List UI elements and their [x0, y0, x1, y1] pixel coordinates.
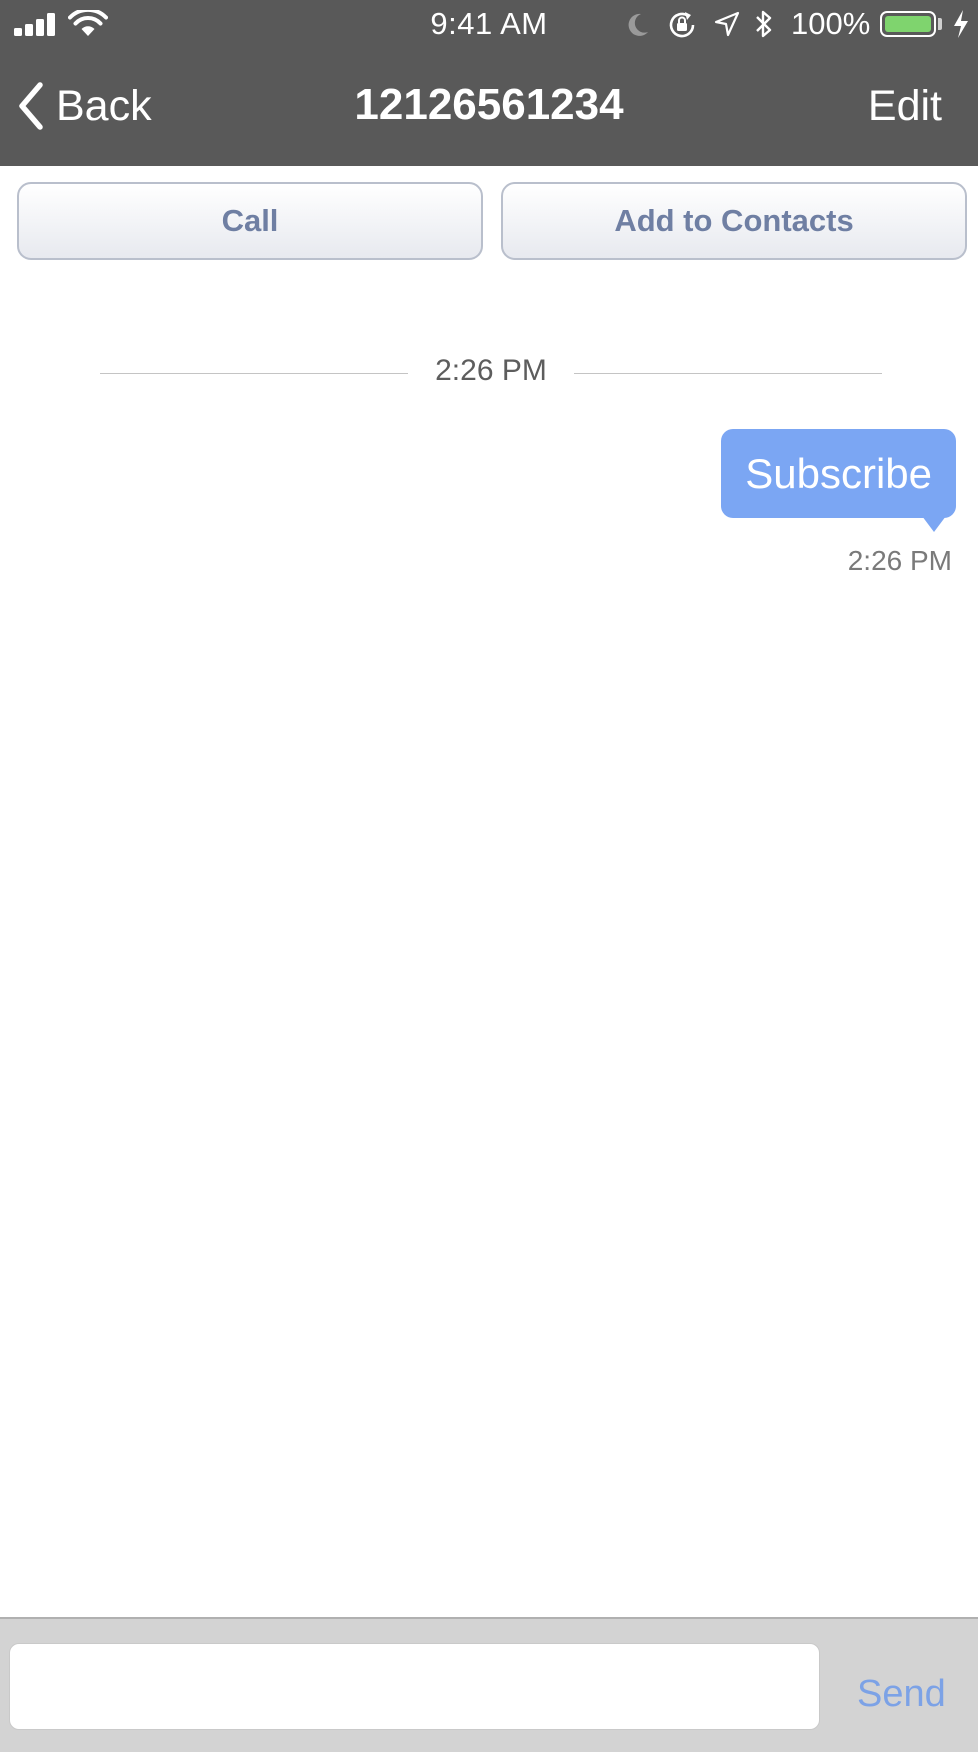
location-icon: [714, 11, 740, 37]
battery-level: [885, 16, 931, 32]
bubble-tail: [922, 516, 946, 532]
call-button[interactable]: Call: [17, 182, 483, 260]
date-separator: 2:26 PM: [100, 352, 882, 396]
add-to-contacts-button[interactable]: Add to Contacts: [501, 182, 967, 260]
separator-line-right: [574, 373, 882, 374]
lock-rotation-icon: [669, 12, 695, 38]
separator-time: 2:26 PM: [435, 354, 547, 387]
send-button[interactable]: Send: [857, 1673, 946, 1716]
outgoing-message-bubble[interactable]: Subscribe: [721, 429, 956, 518]
status-bar: 9:41 AM 100%: [0, 0, 978, 50]
back-label: Back: [56, 81, 152, 130]
messages-screen: 9:41 AM 100% Back 12126561234 Edit Call …: [0, 0, 978, 1752]
message-timestamp: 2:26 PM: [847, 545, 952, 576]
battery-percent: 100%: [791, 6, 871, 41]
moon-icon: [628, 13, 648, 36]
charging-icon: [954, 10, 968, 38]
message-composer: Send: [0, 1617, 978, 1752]
chevron-left-icon: [19, 82, 43, 130]
message-input[interactable]: [9, 1643, 820, 1730]
navigation-bar: Back 12126561234 Edit: [0, 50, 978, 166]
edit-button[interactable]: Edit: [868, 82, 942, 131]
back-button[interactable]: Back: [18, 74, 152, 138]
bluetooth-icon: [756, 10, 772, 38]
battery-tip: [938, 18, 942, 30]
battery-icon: [880, 11, 936, 37]
